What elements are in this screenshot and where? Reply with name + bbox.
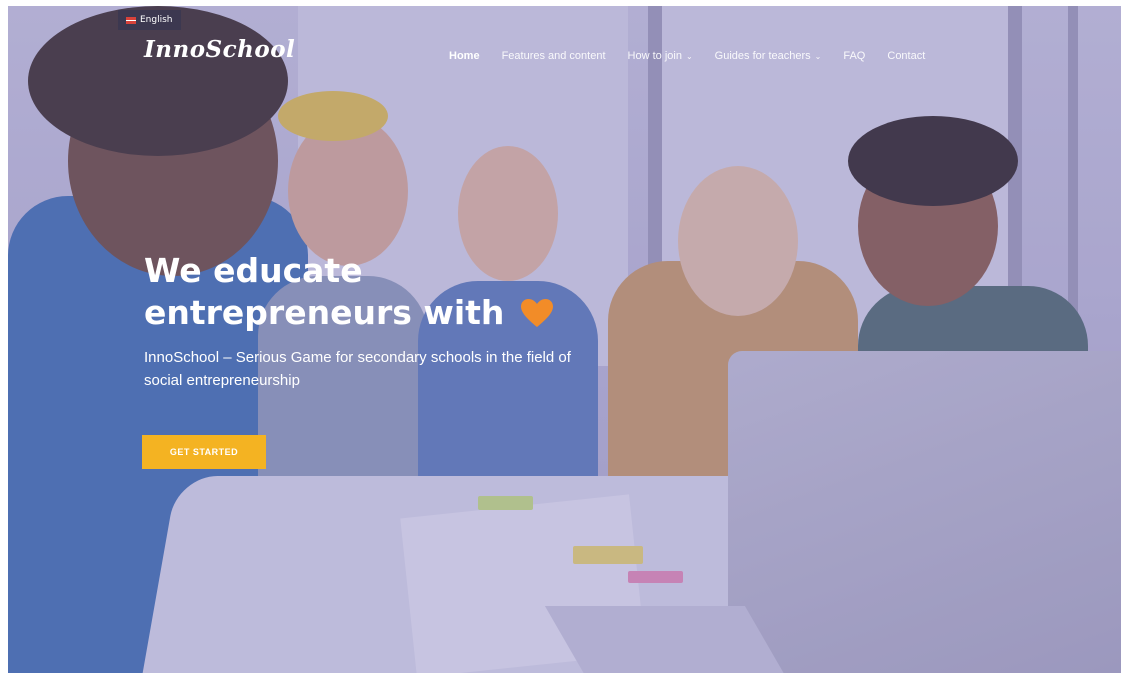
heart-icon <box>520 299 553 327</box>
hero-background-image <box>8 6 1121 673</box>
chevron-down-icon: ⌄ <box>685 51 693 61</box>
language-switcher[interactable]: English <box>118 10 181 30</box>
nav-item-label: Guides for teachers <box>714 50 811 62</box>
hero-title-line-2: entrepreneurs with <box>144 293 505 332</box>
chevron-down-icon: ⌄ <box>814 51 822 61</box>
nav-item-label: Contact <box>887 50 926 62</box>
main-navigation: Home Features and content How to join ⌄ … <box>438 46 936 66</box>
site-logo[interactable]: InnoSchool <box>144 36 295 63</box>
hero-title-line-1: We educate <box>144 251 363 290</box>
hero-section: English InnoSchool Home Features and con… <box>8 6 1121 673</box>
nav-item-features[interactable]: Features and content <box>491 50 617 62</box>
flag-icon <box>126 16 136 24</box>
get-started-button[interactable]: GET STARTED <box>142 435 266 469</box>
nav-item-how-to-join[interactable]: How to join ⌄ <box>617 50 704 62</box>
nav-item-contact[interactable]: Contact <box>876 50 936 62</box>
nav-item-label: FAQ <box>843 50 866 62</box>
hero-subtitle: InnoSchool – Serious Game for secondary … <box>144 349 571 389</box>
nav-item-guides[interactable]: Guides for teachers ⌄ <box>704 50 833 62</box>
nav-item-label: Home <box>449 50 480 62</box>
nav-item-faq[interactable]: FAQ <box>832 50 876 62</box>
nav-item-label: Features and content <box>501 50 606 62</box>
language-label: English <box>140 15 173 25</box>
nav-item-label: How to join <box>627 50 682 62</box>
nav-item-home[interactable]: Home <box>438 50 491 62</box>
hero-title: We educate entrepreneurs with <box>144 250 604 334</box>
